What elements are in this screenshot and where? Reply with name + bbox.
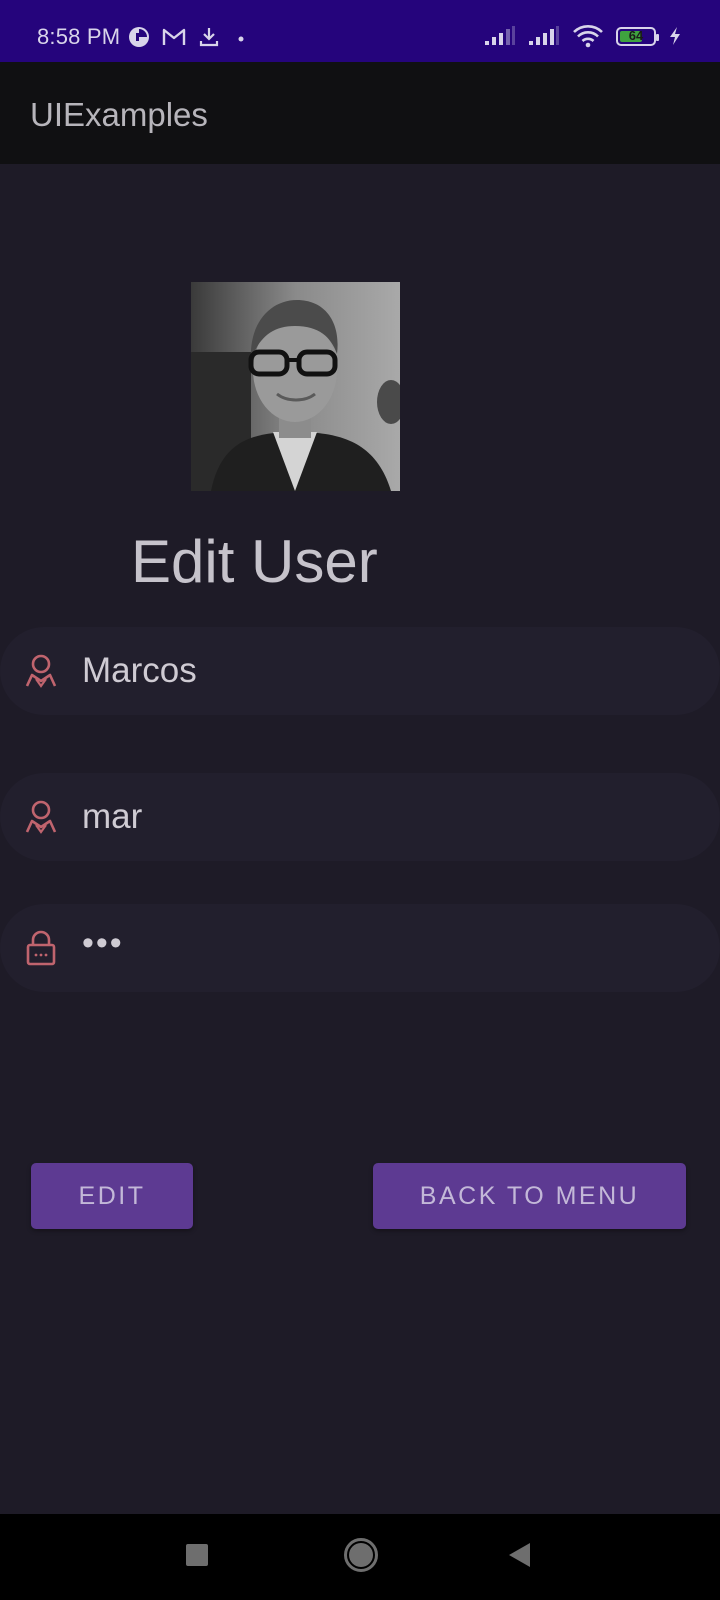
user-photo-illustration <box>191 282 400 491</box>
battery-cap <box>656 33 659 41</box>
username-input[interactable] <box>82 791 662 843</box>
wifi-icon <box>573 25 603 48</box>
password-field[interactable]: ••• <box>0 904 720 992</box>
gmail-icon <box>162 28 186 45</box>
status-time: 8:58 PM <box>37 24 121 49</box>
edit-button[interactable]: EDIT <box>31 1163 193 1229</box>
back-to-menu-button[interactable]: BACK TO MENU <box>373 1163 686 1229</box>
charging-icon <box>670 27 680 45</box>
page-title: Edit User <box>131 528 378 595</box>
navigation-bar <box>0 1514 720 1600</box>
signal-icon <box>529 26 559 45</box>
recents-square-icon[interactable] <box>186 1544 208 1566</box>
user-photo <box>191 282 400 491</box>
data-saver-icon <box>129 27 149 47</box>
back-triangle-icon[interactable] <box>508 1542 532 1568</box>
app-title: UIExamples <box>30 96 208 133</box>
app-bar: UIExamples <box>0 62 720 164</box>
download-icon <box>199 28 219 47</box>
status-right-icons: 64 <box>484 24 682 48</box>
status-bar: 8:58 PM 64 <box>0 0 720 62</box>
battery-level: 64 <box>628 27 644 43</box>
lock-icon <box>26 930 56 966</box>
username-field[interactable] <box>0 773 720 861</box>
status-left-icons <box>128 26 248 48</box>
screen: 8:58 PM 64 UIExamples Edit User Marcos m… <box>0 0 720 1600</box>
signal-icon <box>485 26 515 45</box>
battery-icon: 64 <box>616 26 659 46</box>
name-field[interactable] <box>0 627 720 715</box>
dot-icon <box>238 36 244 42</box>
home-circle-icon[interactable] <box>342 1536 380 1574</box>
person-icon <box>25 654 57 688</box>
person-icon <box>25 800 57 834</box>
name-input[interactable] <box>82 645 662 697</box>
password-input[interactable]: ••• <box>82 924 124 963</box>
